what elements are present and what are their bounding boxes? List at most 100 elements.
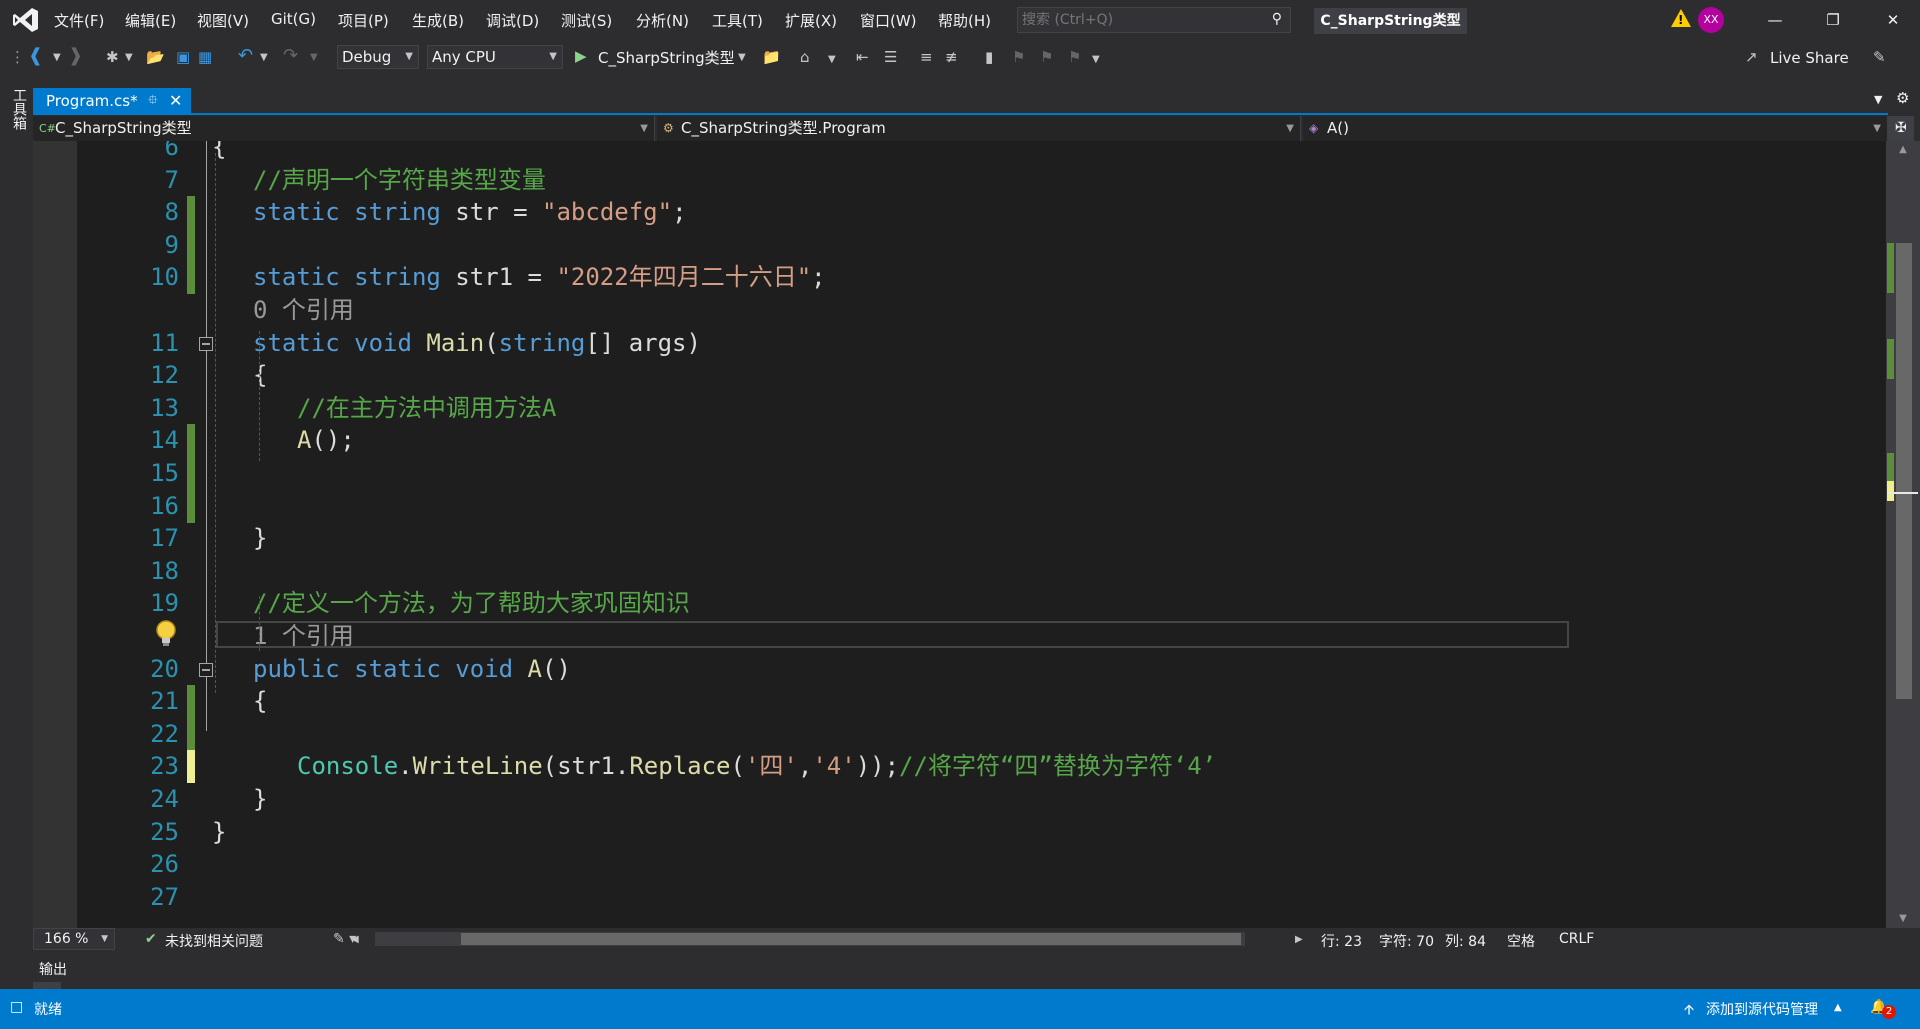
search-box[interactable]: ⚲: [1017, 7, 1291, 33]
code-editor[interactable]: 6{7//声明一个字符串类型变量 8 static string str = "ab…: [33, 141, 1886, 928]
toolbox-tab[interactable]: 工具箱: [9, 88, 29, 130]
code-line[interactable]: 12 {: [33, 359, 1886, 392]
redo-icon[interactable]: ↷: [283, 45, 298, 66]
code-line[interactable]: 24}: [33, 783, 1886, 816]
code-line[interactable]: 8 static string str = "abcdefg";: [33, 196, 1886, 229]
new-project-icon[interactable]: ✱: [106, 48, 119, 66]
code-line[interactable]: 23 Console.WriteLine(str1.Replace('四','4'…: [33, 750, 1886, 783]
scroll-up-icon[interactable]: ▲: [1894, 141, 1912, 159]
visual-studio-logo-icon[interactable]: [12, 6, 40, 34]
menu-help[interactable]: 帮助(H): [938, 10, 991, 31]
restore-button[interactable]: ❐: [1810, 6, 1856, 34]
menu-file[interactable]: 文件(F): [54, 10, 104, 31]
code-line[interactable]: 16: [33, 490, 1886, 523]
new-dropdown-icon[interactable]: ▼: [125, 52, 133, 63]
comment-lines-icon[interactable]: ≡: [920, 48, 933, 66]
reference-count[interactable]: 0 个引用: [253, 294, 354, 327]
gear-icon[interactable]: ⚙: [1896, 89, 1909, 107]
save-all-icon[interactable]: ▦: [198, 48, 212, 66]
menu-debug[interactable]: 调试(D): [486, 10, 539, 31]
code-line[interactable]: 9: [33, 229, 1886, 262]
menu-extensions[interactable]: 扩展(X): [785, 10, 837, 31]
tab-list-dropdown-icon[interactable]: ▼: [1874, 93, 1882, 106]
tab-program-cs[interactable]: Program.cs* ⯐ ✕: [33, 88, 191, 114]
char-indicator[interactable]: 字符: 70: [1379, 931, 1434, 951]
undo-dropdown-icon[interactable]: ▼: [260, 52, 268, 63]
avatar[interactable]: XX: [1698, 7, 1724, 33]
menu-tools[interactable]: 工具(T): [712, 10, 763, 31]
menu-view[interactable]: 视图(V): [197, 10, 249, 31]
start-icon[interactable]: ▶: [575, 47, 587, 65]
navigate-forward-icon[interactable]: ❱: [68, 45, 83, 66]
previous-bookmark-icon[interactable]: ⚑: [1012, 48, 1025, 66]
code-line[interactable]: 14 A();: [33, 424, 1886, 457]
horizontal-scroll-thumb[interactable]: [461, 933, 1241, 945]
breakpoint-window-icon[interactable]: ☰: [884, 48, 897, 66]
open-file-icon[interactable]: 📂: [146, 48, 165, 66]
output-tab[interactable]: 输出: [39, 959, 67, 979]
start-dropdown-icon[interactable]: ▼: [738, 52, 746, 63]
class-select[interactable]: ⚙ C_SharpString类型.Program ▼: [657, 116, 1301, 141]
code-line[interactable]: 11 static void Main(string[] args): [33, 327, 1886, 360]
platform-select[interactable]: Any CPU ▼: [427, 45, 563, 69]
vertical-scrollbar[interactable]: ▲ ▼: [1886, 141, 1920, 928]
menu-project[interactable]: 项目(P): [338, 10, 389, 31]
zoom-select[interactable]: 166 % ▼: [33, 928, 115, 950]
code-line[interactable]: 17}: [33, 522, 1886, 555]
collapse-region-icon[interactable]: [199, 663, 213, 677]
toolbar-grip[interactable]: ⋮: [10, 48, 25, 66]
scroll-thumb[interactable]: [1896, 243, 1912, 699]
code-line[interactable]: 25}: [33, 816, 1886, 849]
line-ending-indicator[interactable]: CRLF: [1559, 931, 1594, 947]
search-input[interactable]: [1022, 10, 1252, 30]
line-indicator[interactable]: 行: 23: [1321, 931, 1362, 951]
code-line[interactable]: 19 //定义一个方法，为了帮助大家巩固知识: [33, 587, 1886, 620]
warning-icon[interactable]: !: [1671, 9, 1691, 27]
project-select[interactable]: C# C_SharpString类型 ▼: [33, 116, 655, 141]
code-line[interactable]: 13 //在主方法中调用方法A: [33, 392, 1886, 425]
scroll-right-icon[interactable]: ▶: [1295, 934, 1303, 945]
menu-analyze[interactable]: 分析(N): [636, 10, 689, 31]
bookmark-icon[interactable]: ▮: [985, 48, 993, 66]
start-project-button[interactable]: C_SharpString类型: [598, 47, 735, 68]
toolbar-overflow-icon[interactable]: ▼: [1092, 54, 1100, 65]
back-dropdown-icon[interactable]: ▼: [53, 52, 61, 63]
clear-bookmarks-icon[interactable]: ⚑: [1068, 48, 1081, 66]
menu-test[interactable]: 测试(S): [561, 10, 612, 31]
home-icon[interactable]: ⌂: [800, 48, 810, 66]
live-share-button[interactable]: Live Share: [1770, 49, 1849, 67]
browse-folder-icon[interactable]: 📁: [762, 48, 781, 66]
code-line[interactable]: 10 static string str1 = "2022年四月二十六日";: [33, 261, 1886, 294]
close-button[interactable]: ✕: [1870, 6, 1916, 34]
next-bookmark-icon[interactable]: ⚑: [1040, 48, 1053, 66]
whitespace-indicator[interactable]: 空格: [1507, 931, 1535, 951]
close-tab-icon[interactable]: ✕: [169, 88, 182, 114]
save-icon[interactable]: ▣: [176, 48, 190, 66]
menu-edit[interactable]: 编辑(E): [125, 10, 176, 31]
chevron-up-icon[interactable]: ▲: [1834, 1002, 1842, 1013]
code-line[interactable]: 20 public static void A(): [33, 653, 1886, 686]
code-line[interactable]: 27: [33, 881, 1886, 914]
scroll-down-icon[interactable]: ▼: [1894, 910, 1912, 928]
navigate-back-icon[interactable]: ❰: [28, 45, 43, 66]
home-dropdown-icon[interactable]: ▼: [828, 54, 836, 65]
code-line[interactable]: 18: [33, 555, 1886, 588]
live-share-icon[interactable]: ↗: [1745, 48, 1758, 66]
undo-icon[interactable]: ↶: [238, 45, 253, 66]
issues-status[interactable]: 未找到相关问题: [165, 931, 263, 951]
code-line[interactable]: 7 //声明一个字符串类型变量: [33, 164, 1886, 197]
pin-icon[interactable]: ⯐: [148, 88, 158, 114]
code-line[interactable]: 22: [33, 718, 1886, 751]
feedback-icon[interactable]: ✎: [1873, 48, 1886, 66]
split-editor-button[interactable]: ✠: [1888, 116, 1914, 141]
minimize-button[interactable]: —: [1752, 6, 1798, 34]
uncomment-lines-icon[interactable]: ≢: [945, 48, 958, 66]
add-to-source-control-button[interactable]: 添加到源代码管理: [1706, 999, 1818, 1019]
menu-window[interactable]: 窗口(W): [860, 10, 917, 31]
code-line[interactable]: 6{: [33, 141, 1886, 164]
code-line[interactable]: 21 {: [33, 685, 1886, 718]
redo-dropdown-icon[interactable]: ▼: [310, 52, 318, 63]
collapse-region-icon[interactable]: [199, 337, 213, 351]
scroll-left-icon[interactable]: ◀: [351, 934, 359, 945]
menu-build[interactable]: 生成(B): [412, 10, 464, 31]
